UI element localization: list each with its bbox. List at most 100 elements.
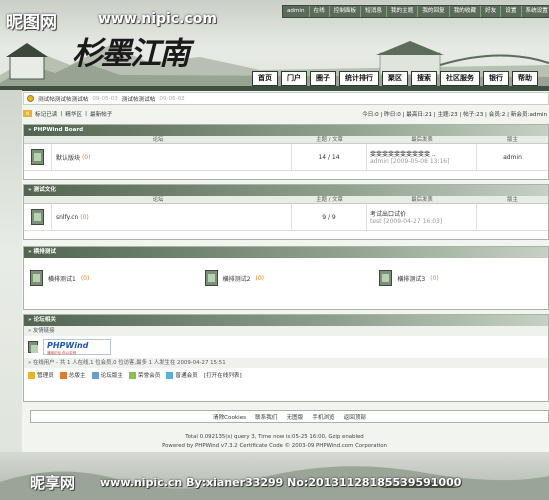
phpwind-partner-logo[interactable]: PHPWind 通用论坛 你以实例 [43, 339, 111, 355]
section-title[interactable]: » 论坛相关 [24, 315, 548, 326]
digest-link[interactable]: 精华区 [65, 110, 82, 118]
watermark-brand: 昵图网 [6, 13, 57, 33]
announcement-link-1[interactable]: 测试帖测试帖测试帖 [38, 95, 88, 103]
contact-link[interactable]: 联系我们 [255, 413, 277, 421]
legend-honor: 荣誉会员 [128, 371, 160, 379]
last-post-meta: admin [2009-05-08 13:16] [370, 158, 450, 165]
announcement-bar: 测试帖测试帖测试帖 09-05-03 测试帖测试帖 09-05-03 [23, 92, 549, 105]
top-link-system-settings[interactable]: 系统设置 [522, 6, 549, 17]
grid-forum-item[interactable]: 横排测试3 (0) [373, 270, 548, 286]
nav-circles[interactable]: 圈子 [310, 71, 336, 86]
speaker-icon [27, 95, 34, 102]
forum-name[interactable]: 默认版块 [56, 153, 80, 162]
forum-name[interactable]: snlfy.cn [56, 214, 78, 221]
header-banner: 昵图网 www.nipic.com 杉墨江南 admin 在线 控制面板 短消息… [0, 0, 549, 90]
legend-member: 普通会员 [166, 371, 198, 379]
last-post-meta: test [2009-04-27 16:03] [370, 218, 443, 225]
top-link-messages[interactable]: 短消息 [361, 6, 387, 17]
last-post-title[interactable]: 考试出口试价 [370, 209, 476, 218]
admin-icon [28, 372, 35, 379]
mod-icon [91, 372, 99, 379]
watermark-url: www.nipic.com [98, 11, 217, 27]
top-link-control-panel[interactable]: 控制面板 [330, 6, 362, 17]
board-section-related: » 论坛相关 » 友情链接 PHPWind 通用论坛 你以实例 » 在线用户 - … [23, 314, 549, 402]
footer-powered-by: Powered by PHPWind v7.3.2 Certificate Co… [162, 443, 387, 449]
back-to-top-link[interactable]: 返回顶部 [344, 413, 366, 421]
friend-links: PHPWind 通用论坛 你以实例 [24, 336, 548, 358]
honor-member-icon [128, 372, 136, 379]
column-header: 论坛 主题 / 文章 最后发表 版主 [24, 136, 548, 144]
top-link-user[interactable]: admin [283, 6, 310, 17]
user-group-legend: 管理员 总版主 论坛版主 荣誉会员 普通会员 [打开在线列表] [24, 368, 548, 382]
forum-name[interactable]: 横排测试3 [397, 274, 425, 283]
super-mod-icon [59, 372, 67, 379]
forum-stats: 今日:0 | 昨日:0 | 最高日:21 | 主题:23 | 帖子:23 | 会… [362, 111, 547, 118]
forum-stat: 9 / 9 [292, 204, 367, 230]
horizontal-forum-grid: 横排测试1 (0) 横排测试2 (0) 横排测试3 (0) [24, 258, 548, 298]
nav-search[interactable]: 搜索 [411, 71, 437, 86]
forum-icon [31, 149, 44, 165]
text-mode-link[interactable]: 无图版 [286, 413, 303, 421]
announcement-date-2: 09-05-03 [159, 95, 185, 102]
top-link-settings[interactable]: 设置 [501, 6, 522, 17]
forum-icon [204, 270, 218, 286]
top-link-friends[interactable]: 好友 [481, 6, 502, 17]
nav-portal[interactable]: 门户 [281, 71, 307, 86]
section-title[interactable]: » 测试文化 [24, 185, 548, 196]
watermark-bottom-url: www.nipic.cn By:xianer33299 No:201311281… [100, 476, 462, 489]
friend-links-header: » 友情链接 [24, 326, 548, 336]
forum-toolbar: N 标记已读 | 精华区 | 最新帖子 今日:0 | 昨日:0 | 最高日:21… [23, 108, 549, 119]
latest-posts-link[interactable]: 最新帖子 [90, 110, 112, 118]
nav-services[interactable]: 社区服务 [440, 71, 480, 86]
forum-icon [30, 270, 43, 286]
top-link-my-replies[interactable]: 我的回复 [418, 6, 450, 17]
announcement-link-2[interactable]: 测试帖测试帖 [122, 95, 156, 103]
forum-row[interactable]: 默认版块 (0) 14 / 14 斐斐斐斐斐斐斐斐斐斐 .. admin [20… [24, 144, 548, 171]
footer-stats: Total 0.092135(s) query 3, Time now is:0… [185, 434, 364, 440]
nav-help[interactable]: 帮助 [512, 71, 538, 86]
forum-new-count: (0) [81, 153, 91, 161]
legend-super-mod: 总版主 [59, 371, 86, 379]
link-icon [28, 341, 38, 353]
grid-forum-item[interactable]: 横排测试2 (0) [199, 270, 374, 286]
forum-moderator[interactable]: admin [477, 144, 548, 170]
nav-divider [0, 86, 549, 91]
forum-name[interactable]: 横排测试1 [48, 274, 76, 283]
forum-stat: 14 / 14 [292, 144, 367, 170]
forum-icon [31, 209, 44, 225]
forum-new-count: (0) [80, 213, 89, 221]
announcement-date-1: 09-05-03 [92, 95, 118, 102]
nav-rankings[interactable]: 统计排行 [339, 71, 379, 86]
column-header: 论坛 主题 / 文章 最后发表 版主 [24, 196, 548, 204]
mark-read-link[interactable]: 标记已读 [35, 110, 57, 118]
top-user-links: admin 在线 控制面板 短消息 我的主题 我的回复 我的收藏 好友 设置 系… [282, 5, 549, 18]
forum-icon [379, 270, 393, 286]
open-online-list-link[interactable]: [打开在线列表] [204, 371, 242, 379]
watermark-bottom-brand: 昵享网 [30, 474, 76, 492]
nav-home[interactable]: 首页 [252, 71, 278, 86]
section-title[interactable]: » PHPWind Board [24, 125, 548, 136]
forum-name[interactable]: 横排测试2 [223, 274, 251, 283]
forum-row[interactable]: snlfy.cn (0) 9 / 9 考试出口试价 test [2009-04-… [24, 204, 548, 231]
last-post-title[interactable]: 斐斐斐斐斐斐斐斐斐斐 .. [370, 149, 476, 158]
top-link-online[interactable]: 在线 [310, 6, 330, 17]
main-nav: 首页 门户 圈子 统计排行 聚区 搜索 社区服务 银行 帮助 [252, 71, 538, 86]
new-icon: N [23, 110, 32, 117]
top-link-favorites[interactable]: 我的收藏 [450, 6, 482, 17]
footer-links: 清除Cookies 联系我们 无图版 手机浏览 返回顶部 [30, 410, 549, 423]
member-icon [166, 372, 174, 379]
board-section-culture: » 测试文化 论坛 主题 / 文章 最后发表 版主 snlfy.cn (0) 9… [23, 184, 549, 240]
legend-mod: 论坛版主 [91, 371, 123, 379]
forum-moderator[interactable] [477, 204, 548, 230]
legend-admin: 管理员 [28, 371, 54, 379]
nav-bank[interactable]: 银行 [483, 71, 509, 86]
board-section-phpwind: » PHPWind Board 论坛 主题 / 文章 最后发表 版主 默认版块 … [23, 124, 549, 180]
nav-zone[interactable]: 聚区 [382, 71, 408, 86]
grid-forum-item[interactable]: 横排测试1 (0) [24, 270, 199, 286]
site-logo[interactable]: 杉墨江南 [72, 28, 190, 73]
clear-cookies-link[interactable]: 清除Cookies [213, 413, 246, 421]
section-title[interactable]: » 横排测试 [24, 247, 548, 258]
top-link-my-topics[interactable]: 我的主题 [387, 6, 419, 17]
mobile-link[interactable]: 手机浏览 [312, 413, 334, 421]
online-users-summary: » 在线用户 - 共 1 人在线,1 位会员,0 位访客,最多 1 人发生在 2… [24, 358, 548, 368]
